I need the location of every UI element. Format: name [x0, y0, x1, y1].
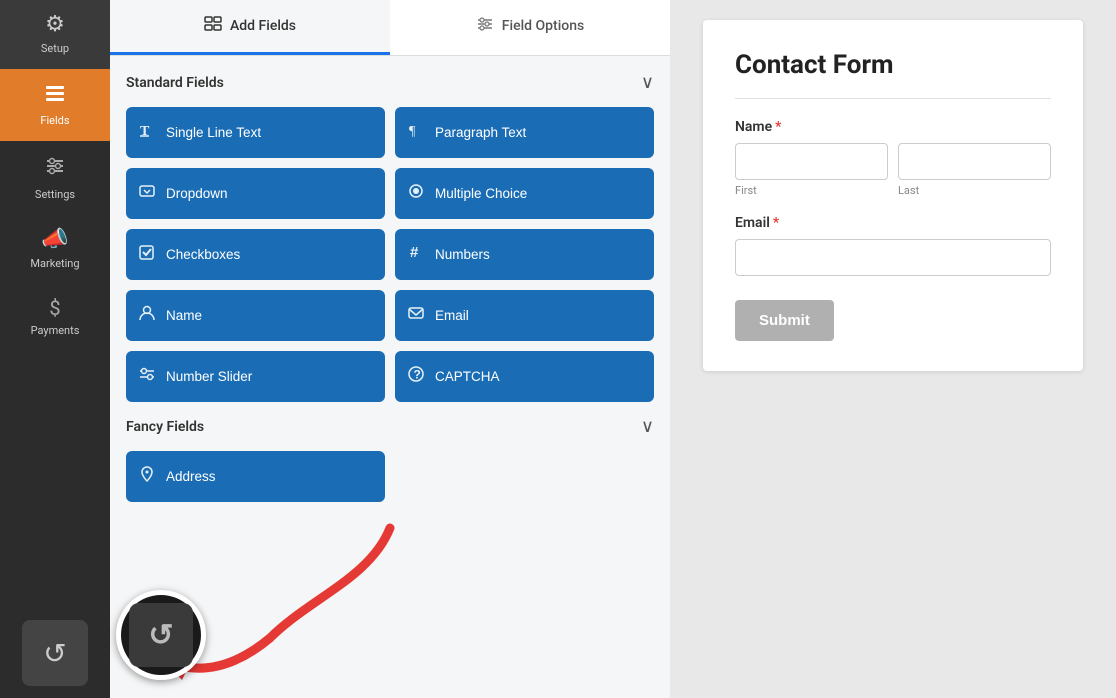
- field-options-tab-icon: [476, 16, 494, 36]
- sidebar-label-setup: Setup: [41, 42, 69, 55]
- field-btn-multiple-choice[interactable]: Multiple Choice: [395, 168, 654, 219]
- field-btn-dropdown[interactable]: Dropdown: [126, 168, 385, 219]
- first-name-input[interactable]: [735, 143, 888, 180]
- tab-field-options-label: Field Options: [502, 18, 584, 34]
- sidebar: ⚙ Setup Fields Settings 📣 Market: [0, 0, 110, 698]
- undo-button[interactable]: ↺: [22, 620, 88, 686]
- multiple-choice-icon: [407, 182, 425, 205]
- numbers-icon: #: [407, 243, 425, 266]
- paragraph-text-icon: ¶: [407, 121, 425, 144]
- field-btn-email[interactable]: Email: [395, 290, 654, 341]
- gear-icon: ⚙: [45, 14, 65, 36]
- field-btn-email-label: Email: [435, 308, 469, 323]
- field-btn-numbers-label: Numbers: [435, 247, 490, 262]
- sidebar-label-fields: Fields: [40, 114, 69, 127]
- last-name-input[interactable]: [898, 143, 1051, 180]
- circle-button-container: ↺: [116, 590, 206, 680]
- tab-field-options[interactable]: Field Options: [390, 0, 670, 55]
- captcha-icon: ?: [407, 365, 425, 388]
- checkboxes-icon: [138, 243, 156, 266]
- form-field-email: Email *: [735, 215, 1051, 276]
- first-label: First: [735, 184, 888, 197]
- field-btn-checkboxes[interactable]: Checkboxes: [126, 229, 385, 280]
- settings-icon: [44, 155, 66, 182]
- field-btn-dropdown-label: Dropdown: [166, 186, 228, 201]
- fields-icon: [44, 83, 66, 108]
- sidebar-label-marketing: Marketing: [30, 257, 79, 270]
- field-btn-single-line-text[interactable]: T Single Line Text: [126, 107, 385, 158]
- sidebar-label-payments: Payments: [31, 324, 80, 337]
- number-slider-icon: [138, 365, 156, 388]
- add-fields-tab-icon: [204, 16, 222, 36]
- undo-icon: ↺: [43, 637, 66, 670]
- form-field-name: Name * First Last: [735, 119, 1051, 197]
- name-inputs: First Last: [735, 143, 1051, 197]
- field-btn-single-line-text-label: Single Line Text: [166, 125, 261, 140]
- name-required-star: *: [775, 119, 781, 135]
- circle-button[interactable]: ↺: [116, 590, 206, 680]
- field-btn-address-label: Address: [166, 469, 216, 484]
- name-icon: [138, 304, 156, 327]
- field-btn-paragraph-text[interactable]: ¶ Paragraph Text: [395, 107, 654, 158]
- standard-fields-grid: T Single Line Text ¶ Paragraph Text: [126, 107, 654, 402]
- field-btn-multiple-choice-label: Multiple Choice: [435, 186, 527, 201]
- standard-fields-toggle[interactable]: ∨: [641, 72, 654, 93]
- dropdown-icon: [138, 182, 156, 205]
- field-btn-number-slider-label: Number Slider: [166, 369, 252, 384]
- tabs-bar: Add Fields Field Options: [110, 0, 670, 56]
- field-btn-number-slider[interactable]: Number Slider: [126, 351, 385, 402]
- sidebar-label-settings: Settings: [35, 188, 75, 201]
- svg-text:¶: ¶: [409, 124, 416, 139]
- tab-add-fields-label: Add Fields: [230, 18, 296, 34]
- payments-icon: $: [49, 298, 60, 318]
- address-icon: [138, 465, 156, 488]
- email-input[interactable]: [735, 239, 1051, 276]
- fancy-fields-toggle[interactable]: ∨: [641, 416, 654, 437]
- form-preview-area: Contact Form Name * First Last: [670, 0, 1116, 698]
- form-divider: [735, 98, 1051, 99]
- form-card: Contact Form Name * First Last: [703, 20, 1083, 371]
- sidebar-bottom: ↺: [0, 608, 110, 698]
- name-label-text: Name: [735, 119, 772, 135]
- single-line-text-icon: T: [138, 121, 156, 144]
- field-btn-checkboxes-label: Checkboxes: [166, 247, 240, 262]
- email-icon: [407, 304, 425, 327]
- standard-fields-title: Standard Fields: [126, 75, 224, 91]
- field-btn-paragraph-text-label: Paragraph Text: [435, 125, 526, 140]
- fancy-fields-grid: Address: [126, 451, 654, 502]
- tab-add-fields[interactable]: Add Fields: [110, 0, 390, 55]
- email-required-star: *: [773, 215, 779, 231]
- form-label-name: Name *: [735, 119, 1051, 135]
- field-btn-address[interactable]: Address: [126, 451, 385, 502]
- submit-button[interactable]: Submit: [735, 300, 834, 341]
- last-name-wrap: Last: [898, 143, 1051, 197]
- field-btn-numbers[interactable]: # Numbers: [395, 229, 654, 280]
- field-btn-captcha[interactable]: ? CAPTCHA: [395, 351, 654, 402]
- svg-text:#: #: [410, 244, 419, 261]
- first-name-wrap: First: [735, 143, 888, 197]
- email-input-wrap: [735, 239, 1051, 276]
- sidebar-item-fields[interactable]: Fields: [0, 69, 110, 141]
- marketing-icon: 📣: [41, 229, 68, 251]
- field-btn-name-label: Name: [166, 308, 202, 323]
- svg-text:?: ?: [414, 368, 421, 382]
- field-btn-name[interactable]: Name: [126, 290, 385, 341]
- undo-inner-icon: ↺: [148, 618, 173, 653]
- sidebar-item-setup[interactable]: ⚙ Setup: [0, 0, 110, 69]
- sidebar-item-payments[interactable]: $ Payments: [0, 284, 110, 351]
- sidebar-item-marketing[interactable]: 📣 Marketing: [0, 215, 110, 284]
- fancy-fields-title: Fancy Fields: [126, 419, 204, 435]
- fancy-fields-header: Fancy Fields ∨: [126, 416, 654, 437]
- email-label-text: Email: [735, 215, 770, 231]
- last-label: Last: [898, 184, 1051, 197]
- form-title: Contact Form: [735, 50, 1051, 80]
- sidebar-item-settings[interactable]: Settings: [0, 141, 110, 215]
- form-label-email: Email *: [735, 215, 1051, 231]
- undo-inner-btn: ↺: [129, 603, 193, 667]
- standard-fields-header: Standard Fields ∨: [126, 72, 654, 93]
- field-btn-captcha-label: CAPTCHA: [435, 369, 500, 384]
